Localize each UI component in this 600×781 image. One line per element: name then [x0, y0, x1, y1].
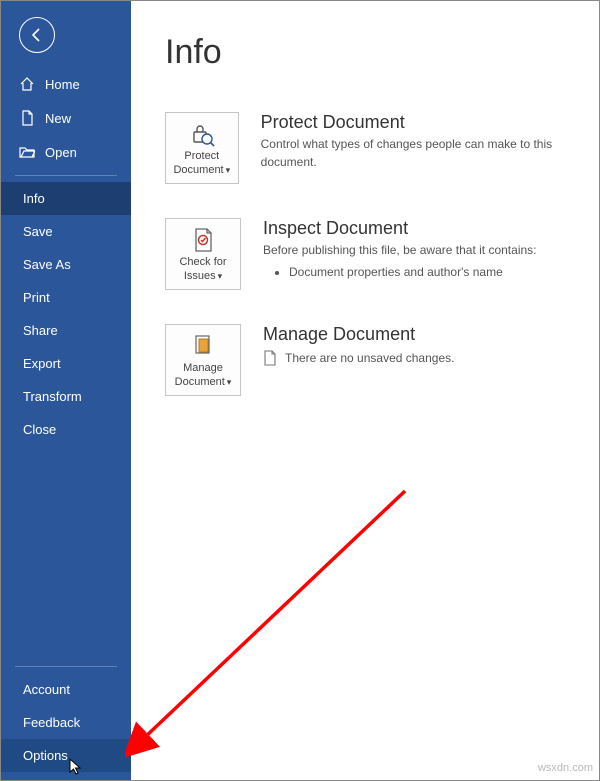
nav-mid-group: Info Save Save As Print Share Export Tra… [1, 182, 131, 446]
nav-new[interactable]: New [1, 101, 131, 135]
nav-bottom-group: Account Feedback Options [1, 660, 131, 780]
tile-label-2: Issues [184, 270, 216, 282]
tile-label-2: Document [173, 164, 223, 176]
nav-label: Info [23, 191, 45, 206]
history-text: There are no unsaved changes. [285, 349, 454, 367]
open-folder-icon [19, 144, 35, 160]
back-arrow-icon [28, 26, 46, 44]
protect-lock-icon [189, 121, 215, 147]
nav-label: Options [23, 748, 68, 763]
nav-label: Print [23, 290, 50, 305]
section-desc: Before publishing this file, be aware th… [263, 241, 537, 281]
nav-label: Transform [23, 389, 82, 404]
backstage-sidebar: Home New Open Info Save Save As Print Sh… [1, 1, 131, 780]
section-desc: Control what types of changes people can… [261, 135, 599, 171]
chevron-down-icon: ▾ [226, 165, 231, 175]
nav-print[interactable]: Print [1, 281, 131, 314]
nav-label: Close [23, 422, 56, 437]
section-heading: Protect Document [261, 112, 599, 133]
document-small-icon [263, 350, 277, 366]
tile-label-2: Document [175, 376, 225, 388]
nav-share[interactable]: Share [1, 314, 131, 347]
home-icon [19, 76, 35, 92]
nav-transform[interactable]: Transform [1, 380, 131, 413]
nav-account[interactable]: Account [1, 673, 131, 706]
nav-label: Home [45, 77, 80, 92]
tile-label-1: Protect [184, 150, 219, 162]
nav-label: Open [45, 145, 77, 160]
back-button[interactable] [19, 17, 55, 53]
nav-label: Account [23, 682, 70, 697]
chevron-down-icon: ▾ [227, 377, 232, 387]
manage-text: Manage Document There are no unsaved cha… [263, 324, 454, 396]
protect-text: Protect Document Control what types of c… [261, 112, 599, 184]
watermark: wsxdn.com [538, 762, 593, 774]
nav-label: Feedback [23, 715, 80, 730]
protect-section: Protect Document▾ Protect Document Contr… [165, 112, 599, 184]
page-title: Info [165, 33, 599, 72]
nav-label: New [45, 111, 71, 126]
nav-separator [15, 175, 117, 176]
version-history: There are no unsaved changes. [263, 349, 454, 367]
nav-close[interactable]: Close [1, 413, 131, 446]
section-heading: Inspect Document [263, 218, 537, 239]
inspect-text: Inspect Document Before publishing this … [263, 218, 537, 290]
manage-section: Manage Document▾ Manage Document There a… [165, 324, 599, 396]
section-heading: Manage Document [263, 324, 454, 345]
inspect-intro: Before publishing this file, be aware th… [263, 243, 537, 257]
nav-save-as[interactable]: Save As [1, 248, 131, 281]
protect-document-button[interactable]: Protect Document▾ [165, 112, 239, 184]
chevron-down-icon: ▾ [218, 271, 223, 281]
check-issues-icon [190, 227, 216, 253]
inspect-section: Check for Issues▾ Inspect Document Befor… [165, 218, 599, 290]
new-doc-icon [19, 110, 35, 126]
nav-separator [15, 666, 117, 667]
nav-info[interactable]: Info [1, 182, 131, 215]
info-panel: Info Protect Document▾ Protect Document … [131, 1, 599, 780]
nav-save[interactable]: Save [1, 215, 131, 248]
manage-doc-icon [190, 333, 216, 359]
tile-label-1: Check for [179, 256, 226, 268]
nav-open[interactable]: Open [1, 135, 131, 169]
check-issues-button[interactable]: Check for Issues▾ [165, 218, 241, 290]
tile-label-1: Manage [183, 362, 223, 374]
nav-label: Save [23, 224, 53, 239]
manage-document-button[interactable]: Manage Document▾ [165, 324, 241, 396]
nav-top-group: Home New Open [1, 63, 131, 169]
nav-home[interactable]: Home [1, 67, 131, 101]
inspect-bullet: Document properties and author's name [289, 263, 537, 281]
nav-label: Export [23, 356, 61, 371]
nav-feedback[interactable]: Feedback [1, 706, 131, 739]
nav-export[interactable]: Export [1, 347, 131, 380]
nav-label: Share [23, 323, 58, 338]
nav-label: Save As [23, 257, 71, 272]
nav-options[interactable]: Options [1, 739, 131, 772]
